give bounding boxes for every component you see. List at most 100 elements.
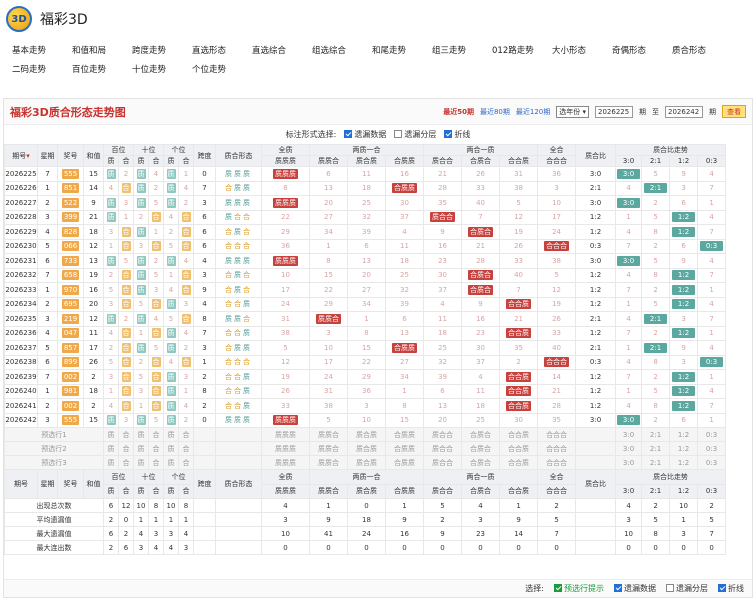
forecast-cell[interactable]: 质: [133, 427, 149, 442]
digit-badge: 质: [166, 168, 176, 179]
range-120-link[interactable]: 最近120期: [516, 107, 550, 117]
forecast-cell[interactable]: 质质质: [261, 441, 310, 456]
forecast-cell[interactable]: 合: [148, 441, 164, 456]
forecast-cell[interactable]: 质质质: [261, 427, 310, 442]
forecast-span[interactable]: [193, 455, 216, 470]
app-logo[interactable]: 3D: [6, 6, 32, 32]
nav-link[interactable]: 百位走势: [72, 61, 132, 80]
col-period[interactable]: 期号▾: [4, 144, 38, 167]
footer-leak-layer-checkbox[interactable]: 遗漏分层: [666, 583, 708, 594]
forecast-cell[interactable]: 质: [163, 441, 179, 456]
forecast-row[interactable]: 预选行1 质合质合质合质质质 质质合 质合质 合质质 质合合 合质合 合合质 合合合 3:0 2:1…: [4, 427, 754, 442]
leak-data-checkbox[interactable]: 遗漏数据: [344, 129, 386, 140]
forecast-cell[interactable]: 2:1: [641, 441, 671, 456]
forecast-cell[interactable]: 3:0: [615, 427, 643, 442]
forecast-cell[interactable]: 0:3: [697, 455, 727, 470]
forecast-cell[interactable]: 合合合: [537, 427, 577, 442]
forecast-cell[interactable]: 合质质: [384, 455, 425, 470]
forecast-cell[interactable]: 合: [178, 427, 194, 442]
forecast-form[interactable]: [215, 427, 262, 442]
forecast-cell[interactable]: 质质合: [309, 427, 348, 442]
forecast-span[interactable]: [193, 441, 216, 456]
forecast-cell[interactable]: 合质质: [384, 427, 425, 442]
forecast-cell[interactable]: 质合质: [347, 427, 386, 442]
forecast-cell[interactable]: 合合合: [537, 441, 577, 456]
forecast-cell[interactable]: 质: [103, 427, 119, 442]
nav-link[interactable]: 组选综合: [312, 42, 372, 61]
forecast-ratio[interactable]: [575, 455, 617, 470]
forecast-cell[interactable]: 合: [148, 427, 164, 442]
forecast-cell[interactable]: 合合质: [499, 441, 539, 456]
nav-link[interactable]: 直选综合: [252, 42, 312, 61]
nav-link[interactable]: 直选形态: [192, 42, 252, 61]
end-period-input[interactable]: 2026242: [665, 105, 703, 118]
forecast-cell[interactable]: 2:1: [641, 427, 671, 442]
forecast-cell[interactable]: 质质合: [309, 455, 348, 470]
forecast-cell[interactable]: 合: [118, 441, 134, 456]
forecast-form[interactable]: [215, 441, 262, 456]
forecast-cell[interactable]: 质合质: [347, 441, 386, 456]
forecast-cell[interactable]: 合合质: [499, 427, 539, 442]
forecast-span[interactable]: [193, 427, 216, 442]
range-80-link[interactable]: 最近80期: [480, 107, 510, 117]
forecast-cell[interactable]: 质合合: [423, 455, 463, 470]
nav-link[interactable]: 奇偶形态: [612, 42, 672, 61]
forecast-cell[interactable]: 合质合: [461, 441, 501, 456]
start-period-input[interactable]: 2026225: [595, 105, 633, 118]
polyline-checkbox[interactable]: 折线: [444, 129, 470, 140]
forecast-cell[interactable]: 合质合: [461, 455, 501, 470]
forecast-row[interactable]: 预选行3 质合质合质合质质质 质质合 质合质 合质质 质合合 合质合 合合质 合合合 3:0 2:1…: [4, 455, 754, 470]
nav-link[interactable]: 012路走势: [492, 42, 552, 61]
forecast-cell[interactable]: 1:2: [669, 441, 699, 456]
nav-link[interactable]: 和尾走势: [372, 42, 432, 61]
nav-link[interactable]: 个位走势: [192, 61, 252, 80]
forecast-cell[interactable]: 合质质: [384, 441, 425, 456]
forecast-cell[interactable]: 质合合: [423, 441, 463, 456]
nav-link[interactable]: 和值和局: [72, 42, 132, 61]
leak-layer-checkbox[interactable]: 遗漏分层: [394, 129, 436, 140]
forecast-cell[interactable]: 2:1: [641, 455, 671, 470]
nav-link[interactable]: 基本走势: [12, 42, 72, 61]
forecast-cell[interactable]: 质合合: [423, 427, 463, 442]
nav-link[interactable]: 组三走势: [432, 42, 492, 61]
forecast-cell[interactable]: 质质合: [309, 441, 348, 456]
forecast-cell[interactable]: 质: [163, 427, 179, 442]
forecast-cell[interactable]: 合: [118, 427, 134, 442]
forecast-cell[interactable]: 合合质: [499, 455, 539, 470]
forecast-cell[interactable]: 质: [133, 441, 149, 456]
forecast-row[interactable]: 预选行2 质合质合质合质质质 质质合 质合质 合质质 质合合 合质合 合合质 合合合 3:0 2:1…: [4, 441, 754, 456]
forecast-cell[interactable]: 合: [178, 455, 194, 470]
range-50-link[interactable]: 最近50期: [443, 107, 474, 117]
forecast-cell[interactable]: 3:0: [615, 455, 643, 470]
forecast-cell[interactable]: 合质合: [461, 427, 501, 442]
forecast-ratio[interactable]: [575, 427, 617, 442]
forecast-cell[interactable]: 1:2: [669, 455, 699, 470]
year-select[interactable]: 选年份 ▾: [556, 105, 589, 118]
forecast-cell[interactable]: 质: [133, 455, 149, 470]
forecast-ratio[interactable]: [575, 441, 617, 456]
forecast-cell[interactable]: 1:2: [669, 427, 699, 442]
forecast-cell[interactable]: 3:0: [615, 441, 643, 456]
forecast-cell[interactable]: 合: [118, 455, 134, 470]
forecast-cell[interactable]: 合: [178, 441, 194, 456]
forecast-cell[interactable]: 0:3: [697, 441, 727, 456]
nav-link[interactable]: 大小形态: [552, 42, 612, 61]
forecast-hint-checkbox[interactable]: 预选行提示: [554, 583, 604, 594]
footer-polyline-checkbox[interactable]: 折线: [718, 583, 744, 594]
nav-link[interactable]: 质合形态: [672, 42, 732, 61]
nav-link[interactable]: 十位走势: [132, 61, 192, 80]
forecast-form[interactable]: [215, 455, 262, 470]
forecast-cell[interactable]: 质质质: [261, 455, 310, 470]
forecast-cell[interactable]: 质: [103, 441, 119, 456]
forecast-cell[interactable]: 0:3: [697, 427, 727, 442]
forecast-cell[interactable]: 质: [103, 455, 119, 470]
forecast-cell[interactable]: 合: [148, 455, 164, 470]
forecast-cell[interactable]: 质: [163, 455, 179, 470]
nav-link[interactable]: 跨度走势: [132, 42, 192, 61]
forecast-cell[interactable]: 合合合: [537, 455, 577, 470]
query-button[interactable]: 查看: [722, 105, 746, 118]
forecast-cell[interactable]: 质合质: [347, 455, 386, 470]
stat-value: 1: [178, 512, 194, 527]
nav-link[interactable]: 二码走势: [12, 61, 72, 80]
footer-leak-data-checkbox[interactable]: 遗漏数据: [614, 583, 656, 594]
